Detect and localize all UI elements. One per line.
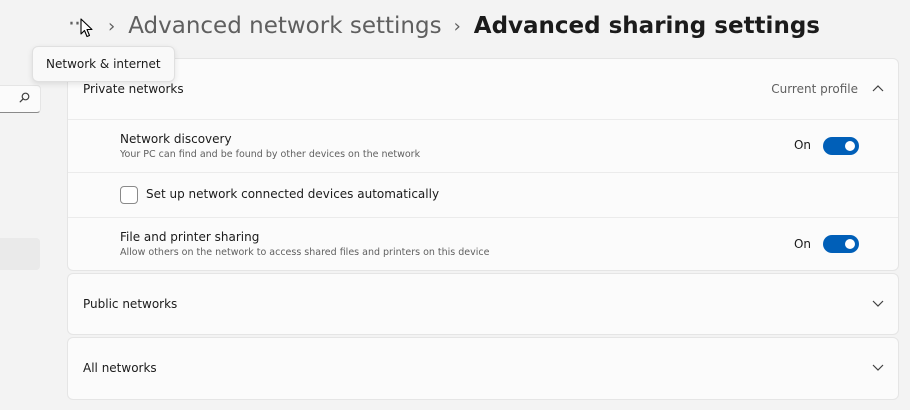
network-discovery-row: Network discovery Your PC can find and b…: [68, 120, 898, 172]
network-discovery-title: Network discovery: [120, 132, 232, 146]
sidebar-item-selected[interactable]: [0, 238, 40, 270]
public-networks-card[interactable]: Public networks: [67, 273, 899, 335]
chevron-up-icon[interactable]: [872, 84, 884, 92]
network-discovery-toggle[interactable]: [823, 137, 859, 155]
private-networks-card: Private networks Current profile Network…: [67, 58, 899, 271]
mouse-cursor-icon: [80, 18, 93, 38]
file-printer-sharing-description: Allow others on the network to access sh…: [120, 247, 490, 258]
auto-setup-checkbox[interactable]: [120, 186, 138, 204]
private-networks-title: Private networks: [83, 82, 184, 96]
private-networks-header[interactable]: Private networks Current profile: [68, 59, 898, 119]
breadcrumb: ··· › Advanced network settings › Advanc…: [68, 6, 820, 46]
public-networks-title: Public networks: [83, 297, 178, 311]
settings-search-input[interactable]: [0, 85, 41, 113]
file-printer-sharing-toggle[interactable]: [823, 235, 859, 253]
breadcrumb-advanced-network-settings[interactable]: Advanced network settings: [128, 13, 441, 39]
file-printer-sharing-state: On: [793, 237, 811, 251]
all-networks-title: All networks: [83, 361, 157, 375]
auto-setup-row: Set up network connected devices automat…: [68, 173, 898, 217]
file-printer-sharing-row: File and printer sharing Allow others on…: [68, 218, 898, 270]
tooltip: Network & internet: [32, 46, 175, 82]
network-discovery-state: On: [793, 138, 811, 152]
file-printer-sharing-title: File and printer sharing: [120, 230, 260, 244]
auto-setup-label[interactable]: Set up network connected devices automat…: [146, 187, 439, 201]
page-title: Advanced sharing settings: [473, 13, 820, 39]
chevron-right-icon: ›: [453, 15, 461, 37]
chevron-right-icon: ›: [108, 15, 116, 37]
chevron-down-icon[interactable]: [872, 300, 884, 308]
current-profile-label: Current profile: [771, 82, 858, 96]
all-networks-card[interactable]: All networks: [67, 337, 899, 400]
network-discovery-description: Your PC can find and be found by other d…: [120, 149, 421, 160]
chevron-down-icon[interactable]: [872, 364, 884, 372]
search-icon: [19, 92, 30, 103]
